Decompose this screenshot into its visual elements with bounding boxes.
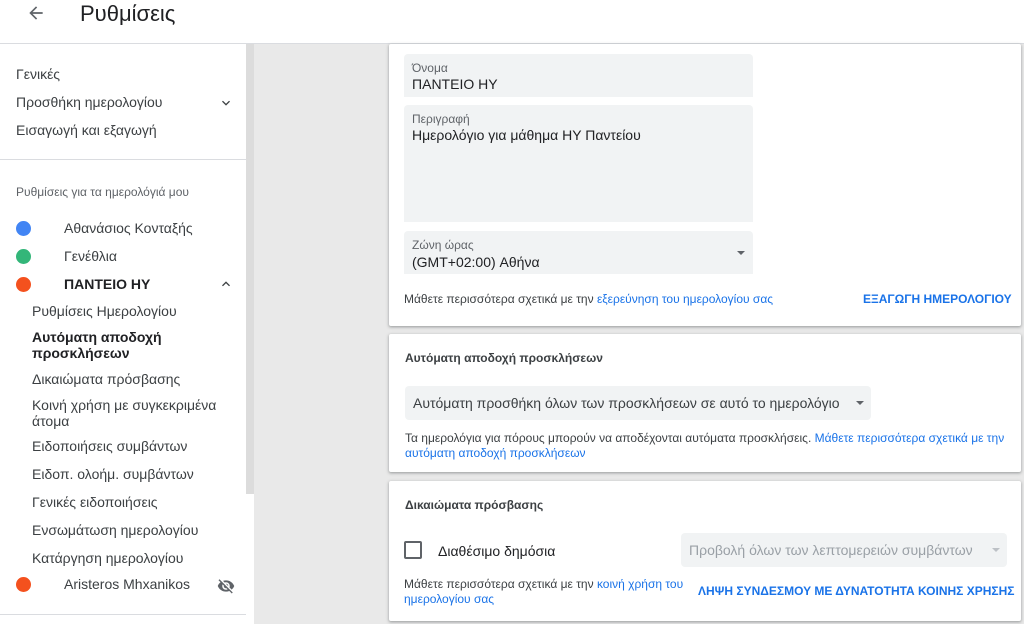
settings-sidebar: Γενικές Προσθήκη ημερολογίου Εισαγωγή κα… [0,44,246,624]
sidebar-divider [0,614,246,615]
dropdown-arrow-icon [737,251,745,255]
description-value: Ημερολόγιο για μάθημα ΗΥ Παντείου [412,127,641,143]
sidebar-item-access-permissions[interactable]: Δικαιώματα πρόσβασης [32,371,242,387]
auto-accept-card: Αυτόματη αποδοχή προσκλήσεων Αυτόματη πρ… [389,334,1021,472]
auto-accept-title: Αυτόματη αποδοχή προσκλήσεων [405,351,603,365]
calendar-item[interactable]: Αθανάσιος Κονταξής [64,220,193,236]
explore-help-prefix: Μάθετε περισσότερα σχετικά με την [404,292,597,306]
access-permissions-card: Δικαιώματα πρόσβασης Διαθέσιμο δημόσια Π… [389,481,1021,621]
dropdown-arrow-icon [856,401,864,405]
visibility-select[interactable]: Προβολή όλων των λεπτομερειών συμβάντων [681,533,1007,567]
name-value: ΠΑΝΤΕΙΟ ΗΥ [412,76,498,92]
calendar-item-selected[interactable]: ΠΑΝΤΕΙΟ ΗΥ [64,276,150,292]
calendar-item[interactable]: Γενέθλια [64,248,117,264]
settings-main: Όνομα ΠΑΝΤΕΙΟ ΗΥ Περιγραφή Ημερολόγιο γι… [254,44,1024,624]
sidebar-scrollbar[interactable] [246,44,254,494]
sidebar-item-general-notifications[interactable]: Γενικές ειδοποιήσεις [32,494,242,510]
sharing-help-text: Μάθετε περισσότερα σχετικά με την κοινή … [404,577,684,607]
sidebar-item-allday-notifications[interactable]: Ειδοπ. ολοήμ. συμβάντων [32,466,242,482]
chevron-down-icon[interactable] [218,95,234,111]
auto-accept-value: Αυτόματη προσθήκη όλων των προσκλήσεων σ… [413,395,840,411]
auto-accept-help-text: Τα ημερολόγια για πόρους μπορούν να αποδ… [405,431,1005,461]
sidebar-item-embed-calendar[interactable]: Ενσωμάτωση ημερολογίου [32,522,242,538]
app-header: Ρυθμίσεις [0,0,1024,44]
calendar-color-dot [16,249,31,264]
export-calendar-button[interactable]: ΕΞΑΓΩΓΗ ΗΜΕΡΟΛΟΓΙΟΥ [863,292,1012,306]
visibility-value: Προβολή όλων των λεπτομερειών συμβάντων [689,542,973,558]
access-permissions-title: Δικαιώματα πρόσβασης [405,498,544,512]
timezone-value: (GMT+02:00) Αθήνα [412,254,540,270]
name-field[interactable]: Όνομα ΠΑΝΤΕΙΟ ΗΥ [404,54,753,97]
public-checkbox-label[interactable]: Διαθέσιμο δημόσια [438,543,555,559]
chevron-up-icon[interactable] [218,276,234,292]
description-field[interactable]: Περιγραφή Ημερολόγιο για μάθημα ΗΥ Παντε… [404,105,753,222]
visibility-off-icon[interactable] [217,577,235,595]
auto-accept-help-prefix: Τα ημερολόγια για πόρους μπορούν να αποδ… [405,431,815,445]
explore-calendar-link[interactable]: εξερεύνηση του ημερολογίου σας [597,292,773,306]
explore-help-text: Μάθετε περισσότερα σχετικά με την εξερεύ… [404,292,773,307]
sidebar-item-share-with-people[interactable]: Κοινή χρήση με συγκεκριμένα άτομα [32,397,242,429]
calendar-item[interactable]: Aristeros Mhxanikos [64,576,190,592]
page-title: Ρυθμίσεις [80,1,176,26]
sidebar-item-general[interactable]: Γενικές [16,66,60,82]
sidebar-item-import-export[interactable]: Εισαγωγή και εξαγωγή [16,122,157,138]
timezone-label: Ζώνη ώρας [412,238,474,252]
sidebar-divider [0,159,246,160]
auto-accept-select[interactable]: Αυτόματη προσθήκη όλων των προσκλήσεων σ… [405,386,871,420]
get-shareable-link-button[interactable]: ΛΗΨΗ ΣΥΝΔΕΣΜΟΥ ΜΕ ΔΥΝΑΤΟΤΗΤΑ ΚΟΙΝΗΣ ΧΡΗΣ… [698,584,1014,598]
calendar-color-dot [16,577,31,592]
calendar-settings-card: Όνομα ΠΑΝΤΕΙΟ ΗΥ Περιγραφή Ημερολόγιο γι… [389,44,1021,326]
sharing-help-prefix: Μάθετε περισσότερα σχετικά με την [404,577,597,591]
sidebar-item-add-calendar[interactable]: Προσθήκη ημερολογίου [16,94,162,110]
calendar-color-dot [16,277,31,292]
sidebar-item-auto-accept[interactable]: Αυτόματη αποδοχή προσκλήσεων [32,329,242,361]
calendar-color-dot [16,221,31,236]
sidebar-item-event-notifications[interactable]: Ειδοποιήσεις συμβάντων [32,438,242,454]
timezone-select[interactable]: Ζώνη ώρας (GMT+02:00) Αθήνα [404,231,753,274]
sidebar-item-remove-calendar[interactable]: Κατάργηση ημερολογίου [32,550,242,566]
name-label: Όνομα [412,61,448,75]
back-button[interactable] [24,1,48,25]
public-checkbox[interactable] [404,541,422,559]
description-label: Περιγραφή [412,112,470,126]
dropdown-arrow-icon [992,548,1000,552]
my-calendars-heading: Ρυθμίσεις για τα ημερολόγιά μου [16,185,189,199]
arrow-back-icon [29,6,43,20]
sidebar-item-calendar-settings[interactable]: Ρυθμίσεις Ημερολογίου [32,303,242,319]
